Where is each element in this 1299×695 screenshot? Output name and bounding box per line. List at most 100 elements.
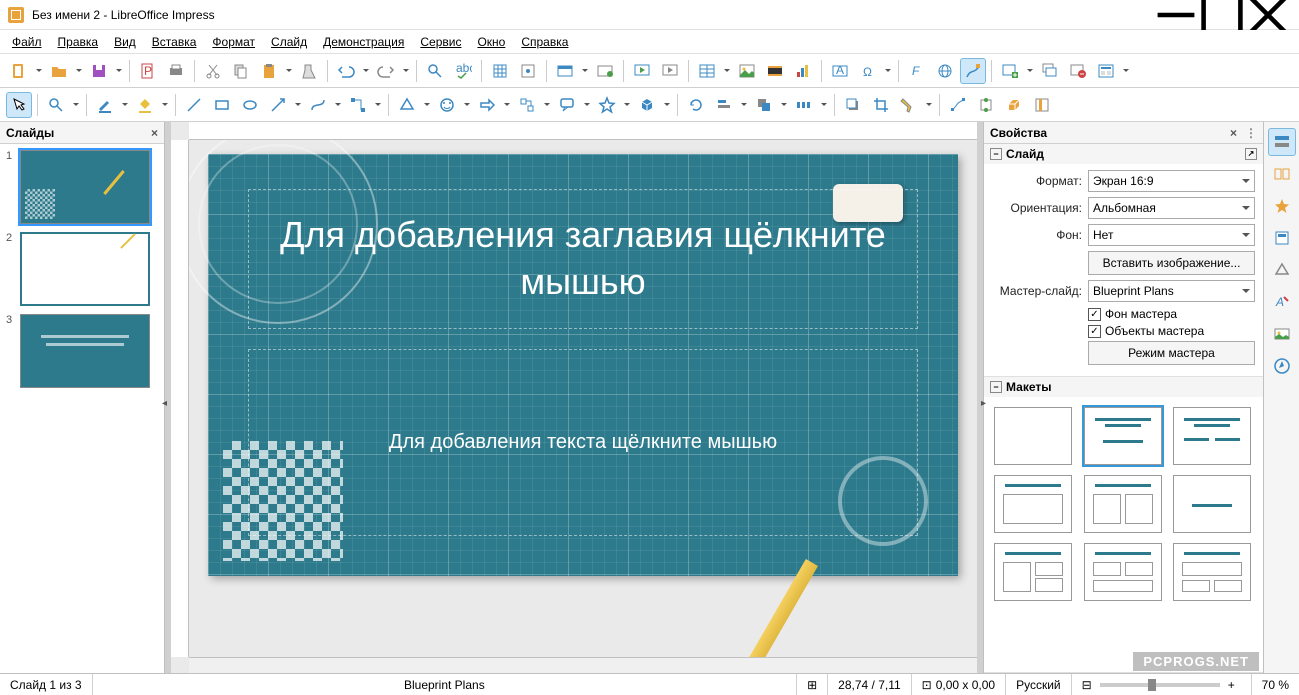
open-dropdown[interactable] (74, 66, 84, 75)
insert-hyperlink-button[interactable] (932, 58, 958, 84)
slide-canvas[interactable]: Для добавления заглавия щёлкните мышью Д… (208, 154, 958, 576)
insert-tool[interactable] (1029, 92, 1055, 118)
line-tool[interactable] (181, 92, 207, 118)
slide-thumb-2[interactable] (20, 232, 150, 306)
insert-av-button[interactable] (762, 58, 788, 84)
slide-thumb-1[interactable] (20, 150, 150, 224)
slide-section-more-icon[interactable]: ↗ (1245, 148, 1257, 160)
arrange-tool[interactable] (751, 92, 777, 118)
tab-gallery[interactable] (1268, 320, 1296, 348)
zoom-tool[interactable] (43, 92, 69, 118)
slide-thumb-3[interactable] (20, 314, 150, 388)
status-zoom-value[interactable]: 70 % (1252, 674, 1299, 695)
insert-fontwork-button[interactable]: F (904, 58, 930, 84)
curve-tool[interactable] (305, 92, 331, 118)
special-char-dropdown[interactable] (883, 66, 893, 75)
insert-image-button[interactable]: Вставить изображение... (1088, 251, 1255, 275)
display-views-button[interactable] (552, 58, 578, 84)
new-slide-dropdown[interactable] (1025, 66, 1035, 75)
display-views-dropdown[interactable] (580, 66, 590, 75)
tab-shapes[interactable] (1268, 256, 1296, 284)
redo-button[interactable] (373, 58, 399, 84)
layout-7[interactable] (994, 543, 1072, 601)
status-language[interactable]: Русский (1006, 674, 1072, 695)
layout-6[interactable] (1173, 475, 1251, 533)
slides-panel-close-icon[interactable]: × (151, 126, 158, 140)
distribute-dropdown[interactable] (819, 100, 829, 109)
find-button[interactable] (422, 58, 448, 84)
insert-table-dropdown[interactable] (722, 66, 732, 75)
stars-dropdown[interactable] (622, 100, 632, 109)
spellcheck-button[interactable]: abc (450, 58, 476, 84)
insert-table-button[interactable] (694, 58, 720, 84)
orientation-select[interactable]: Альбомная (1088, 197, 1255, 219)
content-placeholder[interactable]: Для добавления текста щёлкните мышью (248, 349, 918, 536)
layouts-section-collapse-icon[interactable]: − (990, 381, 1002, 393)
layout-title-content[interactable] (1084, 407, 1162, 465)
show-draw-functions-button[interactable] (960, 58, 986, 84)
ellipse-tool[interactable] (237, 92, 263, 118)
print-button[interactable] (163, 58, 189, 84)
menu-help[interactable]: Справка (513, 32, 576, 52)
distribute-tool[interactable] (791, 92, 817, 118)
insert-image-button[interactable] (734, 58, 760, 84)
duplicate-slide-button[interactable] (1037, 58, 1063, 84)
fill-color-dropdown[interactable] (160, 100, 170, 109)
insert-special-char-button[interactable]: Ω (855, 58, 881, 84)
right-splitter[interactable] (977, 122, 983, 673)
layout-title-2content[interactable] (1173, 407, 1251, 465)
line-color-dropdown[interactable] (120, 100, 130, 109)
arrow-line-tool[interactable] (265, 92, 291, 118)
maximize-button[interactable] (1199, 0, 1245, 30)
points-tool[interactable] (945, 92, 971, 118)
layout-blank[interactable] (994, 407, 1072, 465)
arrange-dropdown[interactable] (779, 100, 789, 109)
align-dropdown[interactable] (739, 100, 749, 109)
layout-4[interactable] (994, 475, 1072, 533)
menu-tools[interactable]: Сервис (412, 32, 469, 52)
paste-button[interactable] (256, 58, 282, 84)
cut-button[interactable] (200, 58, 226, 84)
basic-shapes-tool[interactable] (394, 92, 420, 118)
3d-objects-dropdown[interactable] (662, 100, 672, 109)
master-objects-checkbox[interactable]: ✓ (1088, 325, 1101, 338)
insert-textbox-button[interactable]: A (827, 58, 853, 84)
grid-button[interactable] (487, 58, 513, 84)
properties-panel-menu-icon[interactable]: ⋮ (1245, 126, 1257, 140)
stars-tool[interactable] (594, 92, 620, 118)
callout-dropdown[interactable] (582, 100, 592, 109)
tab-master-slides[interactable] (1268, 224, 1296, 252)
basic-shapes-dropdown[interactable] (422, 100, 432, 109)
layout-5[interactable] (1084, 475, 1162, 533)
tab-slide-transition[interactable] (1268, 160, 1296, 188)
menu-file[interactable]: Файл (4, 32, 50, 52)
clone-format-button[interactable] (296, 58, 322, 84)
filter-tool[interactable] (896, 92, 922, 118)
master-mode-button[interactable]: Режим мастера (1088, 341, 1255, 365)
menu-view[interactable]: Вид (106, 32, 144, 52)
horizontal-scrollbar[interactable] (189, 657, 977, 673)
filter-dropdown[interactable] (924, 100, 934, 109)
undo-button[interactable] (333, 58, 359, 84)
delete-slide-button[interactable] (1065, 58, 1091, 84)
menu-slide[interactable]: Слайд (263, 32, 315, 52)
connector-dropdown[interactable] (373, 100, 383, 109)
master-slide-select[interactable]: Blueprint Plans (1088, 280, 1255, 302)
insert-chart-button[interactable] (790, 58, 816, 84)
new-button[interactable] (6, 58, 32, 84)
copy-button[interactable] (228, 58, 254, 84)
symbol-shapes-tool[interactable] (434, 92, 460, 118)
line-color-tool[interactable] (92, 92, 118, 118)
paste-dropdown[interactable] (284, 66, 294, 75)
rect-tool[interactable] (209, 92, 235, 118)
undo-dropdown[interactable] (361, 66, 371, 75)
menu-insert[interactable]: Вставка (144, 32, 205, 52)
glue-points-tool[interactable] (973, 92, 999, 118)
canvas-viewport[interactable]: Для добавления заглавия щёлкните мышью Д… (189, 140, 977, 657)
tab-navigator[interactable] (1268, 352, 1296, 380)
tab-properties[interactable] (1268, 128, 1296, 156)
zoom-slider[interactable] (1100, 683, 1220, 687)
slide-section-collapse-icon[interactable]: − (990, 148, 1002, 160)
close-button[interactable] (1245, 0, 1291, 30)
zoom-dropdown[interactable] (71, 100, 81, 109)
